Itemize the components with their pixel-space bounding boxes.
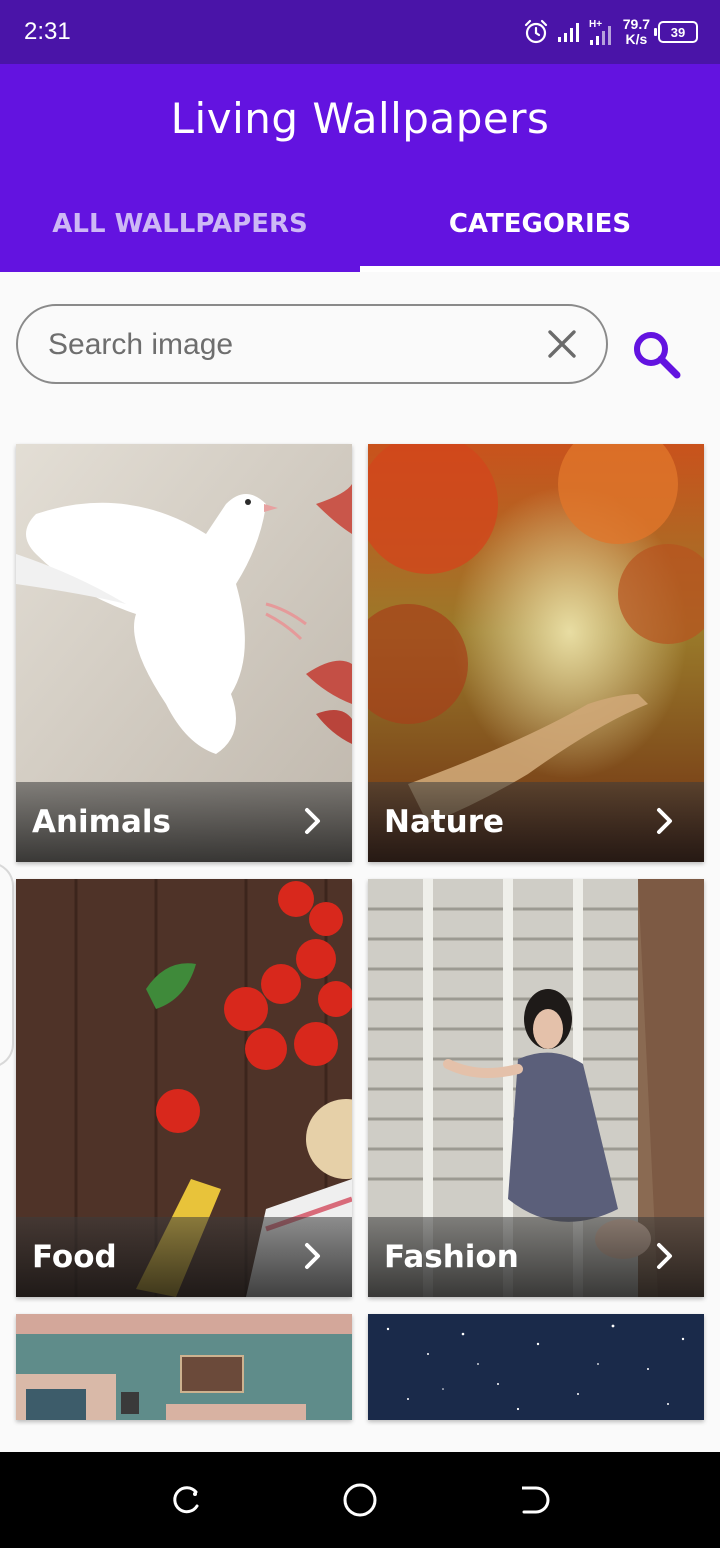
chevron-right-icon <box>657 1243 672 1269</box>
app-screen: 2:31 H+ 79.7 K/s 39 Living Wallpapers AL… <box>0 0 720 1548</box>
network-type-label: H+ <box>589 19 602 30</box>
category-card-animals[interactable]: Animals <box>16 444 352 862</box>
search-input[interactable] <box>48 324 518 366</box>
building-image <box>16 1314 352 1420</box>
battery-icon: 39 <box>654 21 698 43</box>
chevron-right-icon <box>305 1243 320 1269</box>
status-icons: H+ 79.7 K/s 39 <box>523 14 698 50</box>
signal-h-plus-icon: H+ <box>589 19 611 45</box>
navigation-bar <box>0 1452 720 1548</box>
net-speed-unit: K/s <box>625 31 648 47</box>
chevron-right-icon <box>657 808 672 834</box>
category-card-food[interactable]: Food <box>16 879 352 1297</box>
net-speed: 79.7 K/s <box>623 17 650 47</box>
alarm-icon <box>524 19 547 44</box>
close-icon[interactable] <box>542 324 582 364</box>
tab-categories[interactable]: CATEGORIES <box>360 200 720 272</box>
card-label: Animals <box>32 804 171 840</box>
space-image <box>368 1314 704 1420</box>
category-card-nature[interactable]: Nature <box>368 444 704 862</box>
card-label: Fashion <box>384 1239 519 1275</box>
app-title: Living Wallpapers <box>170 94 550 143</box>
category-card-fashion[interactable]: Fashion <box>368 879 704 1297</box>
status-time: 2:31 <box>24 18 71 45</box>
signal-icon <box>557 23 579 42</box>
recent-apps-icon[interactable] <box>166 1480 206 1520</box>
status-bar: 2:31 H+ 79.7 K/s 39 <box>0 0 720 64</box>
card-label: Nature <box>384 804 505 840</box>
back-icon[interactable] <box>514 1480 554 1520</box>
battery-level: 39 <box>670 24 686 40</box>
search-field <box>16 304 608 384</box>
tab-indicator <box>360 266 720 272</box>
app-bar: Living Wallpapers ALL WALLPAPERS CATEGOR… <box>0 64 720 272</box>
edge-panel-handle[interactable] <box>0 862 14 1068</box>
search-icon[interactable] <box>626 324 686 384</box>
category-card-space[interactable] <box>368 1314 704 1420</box>
card-label: Food <box>32 1239 117 1275</box>
tab-all-wallpapers[interactable]: ALL WALLPAPERS <box>0 200 360 272</box>
home-icon[interactable] <box>340 1480 380 1520</box>
net-speed-value: 79.7 <box>622 16 650 32</box>
chevron-right-icon <box>305 808 320 834</box>
category-card-architecture[interactable] <box>16 1314 352 1420</box>
